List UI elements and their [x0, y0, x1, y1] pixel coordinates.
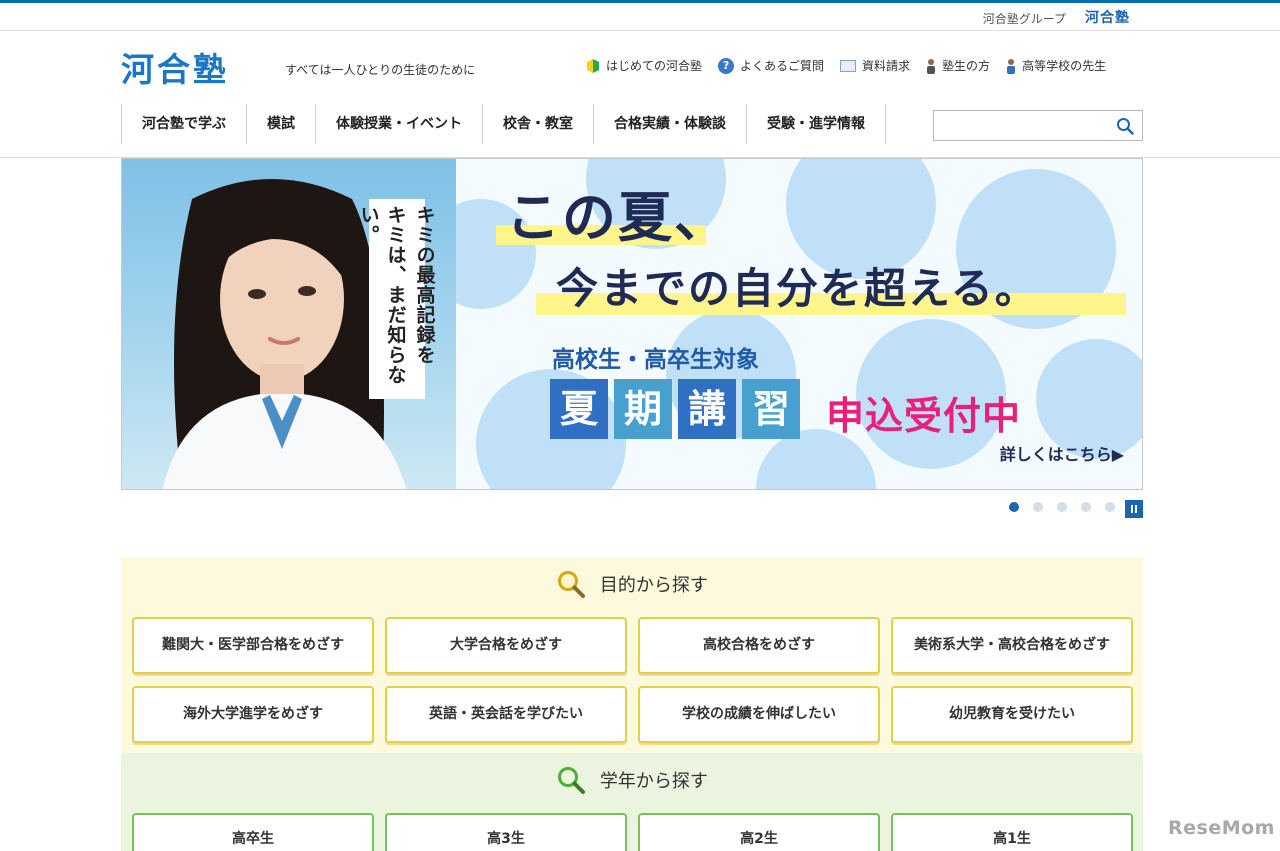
hero-accept-text: 申込受付中 — [826, 394, 1022, 438]
utility-link-request[interactable]: 資料請求 — [840, 57, 910, 74]
carousel-dot[interactable] — [1105, 502, 1115, 512]
purpose-button-english[interactable]: 英語・英会話を学びたい — [385, 686, 627, 743]
beginner-leaf-icon — [587, 58, 599, 73]
course-title-char: 講 — [678, 379, 736, 439]
group-bar: 河合塾グループ 河合塾 — [0, 3, 1280, 31]
nav-item-campuses[interactable]: 校舎・教室 — [482, 104, 593, 144]
hero-headline-2: 今までの自分を超える。 — [556, 264, 1039, 313]
carousel-indicators — [1009, 502, 1115, 512]
purpose-button-university[interactable]: 大学合格をめざす — [385, 617, 627, 674]
grade-button-grid: 高卒生 高3生 高2生 高1生 — [132, 813, 1133, 851]
purpose-button-art[interactable]: 美術系大学・高校合格をめざす — [891, 617, 1133, 674]
document-icon — [840, 59, 857, 72]
nav-item-events[interactable]: 体験授業・イベント — [315, 104, 482, 144]
magnifier-icon — [558, 571, 586, 598]
section-title-text: 学年から探す — [599, 771, 708, 792]
utility-link-label: 資料請求 — [862, 59, 911, 73]
carousel-dot[interactable] — [1009, 502, 1019, 512]
utility-link-label: はじめての河合塾 — [606, 59, 703, 73]
purpose-button-grades[interactable]: 学校の成績を伸ばしたい — [638, 686, 880, 743]
utility-link-label: よくあるご質問 — [740, 59, 825, 73]
hero-banner[interactable]: キミの最高記録を キミは、まだ知らない。 この夏、 今までの自分を超える。 高校… — [121, 158, 1143, 490]
site-search — [933, 110, 1143, 141]
group-label[interactable]: 河合塾グループ — [983, 10, 1066, 27]
utility-link-teachers[interactable]: 高等学校の先生 — [1006, 57, 1106, 74]
vertical-copy-line: キミの最高記録を — [413, 205, 436, 365]
nav-item-results[interactable]: 合格実績・体験談 — [593, 104, 746, 144]
search-icon[interactable] — [1116, 117, 1134, 135]
hero-vertical-copy: キミの最高記録を キミは、まだ知らない。 — [358, 199, 436, 399]
nav-item-mock-exam[interactable]: 模試 — [246, 104, 315, 144]
course-title-char: 習 — [742, 379, 800, 439]
utility-link-label: 高等学校の先生 — [1022, 59, 1107, 73]
purpose-button-grid: 難関大・医学部合格をめざす 大学合格をめざす 高校合格をめざす 美術系大学・高校… — [132, 617, 1133, 743]
carousel-dot[interactable] — [1033, 502, 1043, 512]
site-logo[interactable]: 河合塾 — [121, 50, 229, 90]
purpose-button-top-universities[interactable]: 難関大・医学部合格をめざす — [132, 617, 374, 674]
hero-headline-1: この夏、 — [506, 185, 730, 249]
section-title-text: 目的から探す — [599, 575, 708, 596]
group-logo[interactable]: 河合塾 — [1085, 7, 1130, 27]
grade-section: 学年から探す 高卒生 高3生 高2生 高1生 — [121, 753, 1143, 851]
utility-links: はじめての河合塾 ? よくあるご質問 資料請求 塾生の方 高等学校の先生 — [586, 57, 1106, 74]
course-title: 夏 期 講 習 — [550, 379, 800, 439]
course-title-char: 夏 — [550, 379, 608, 439]
grade-button-third-year[interactable]: 高3生 — [385, 813, 627, 851]
hero-target: 高校生・高卒生対象 — [552, 347, 759, 373]
utility-link-label: 塾生の方 — [942, 59, 991, 73]
carousel-pause-button[interactable] — [1125, 500, 1143, 518]
course-title-char: 期 — [614, 379, 672, 439]
carousel-dot[interactable] — [1057, 502, 1067, 512]
grade-button-graduate[interactable]: 高卒生 — [132, 813, 374, 851]
purpose-section: 目的から探す 難関大・医学部合格をめざす 大学合格をめざす 高校合格をめざす 美… — [121, 557, 1143, 753]
vertical-copy-line: キミは、まだ知らない。 — [357, 205, 407, 385]
grade-button-second-year[interactable]: 高2生 — [638, 813, 880, 851]
nav-item-learn[interactable]: 河合塾で学ぶ — [121, 104, 246, 144]
student-icon — [927, 58, 936, 74]
tagline: すべては一人ひとりの生徒のために — [285, 63, 476, 77]
grade-button-first-year[interactable]: 高1生 — [891, 813, 1133, 851]
purpose-button-early-childhood[interactable]: 幼児教育を受けたい — [891, 686, 1133, 743]
utility-link-students[interactable]: 塾生の方 — [926, 57, 990, 74]
nav-item-exam-info[interactable]: 受験・進学情報 — [746, 104, 886, 144]
purpose-button-overseas[interactable]: 海外大学進学をめざす — [132, 686, 374, 743]
search-input[interactable] — [934, 111, 1109, 140]
hero-content: この夏、 今までの自分を超える。 高校生・高卒生対象 夏 期 講 習 申込受付中… — [456, 159, 1142, 489]
utility-link-faq[interactable]: ? よくあるご質問 — [718, 57, 824, 74]
grade-section-title: 学年から探す — [121, 765, 1143, 795]
resemom-watermark: ReseMom — [1168, 817, 1275, 839]
global-nav: 河合塾で学ぶ 模試 体験授業・イベント 校舎・教室 合格実績・体験談 受験・進学… — [121, 104, 886, 144]
purpose-button-high-school[interactable]: 高校合格をめざす — [638, 617, 880, 674]
question-icon: ? — [718, 57, 735, 74]
utility-link-beginner[interactable]: はじめての河合塾 — [586, 57, 702, 74]
hero-photo: キミの最高記録を キミは、まだ知らない。 — [122, 159, 456, 489]
magnifier-icon — [558, 767, 586, 794]
carousel-dot[interactable] — [1081, 502, 1091, 512]
purpose-section-title: 目的から探す — [121, 569, 1143, 599]
teacher-icon — [1007, 58, 1016, 74]
hero-more-link[interactable]: 詳しくはこちら▶ — [1000, 441, 1124, 465]
